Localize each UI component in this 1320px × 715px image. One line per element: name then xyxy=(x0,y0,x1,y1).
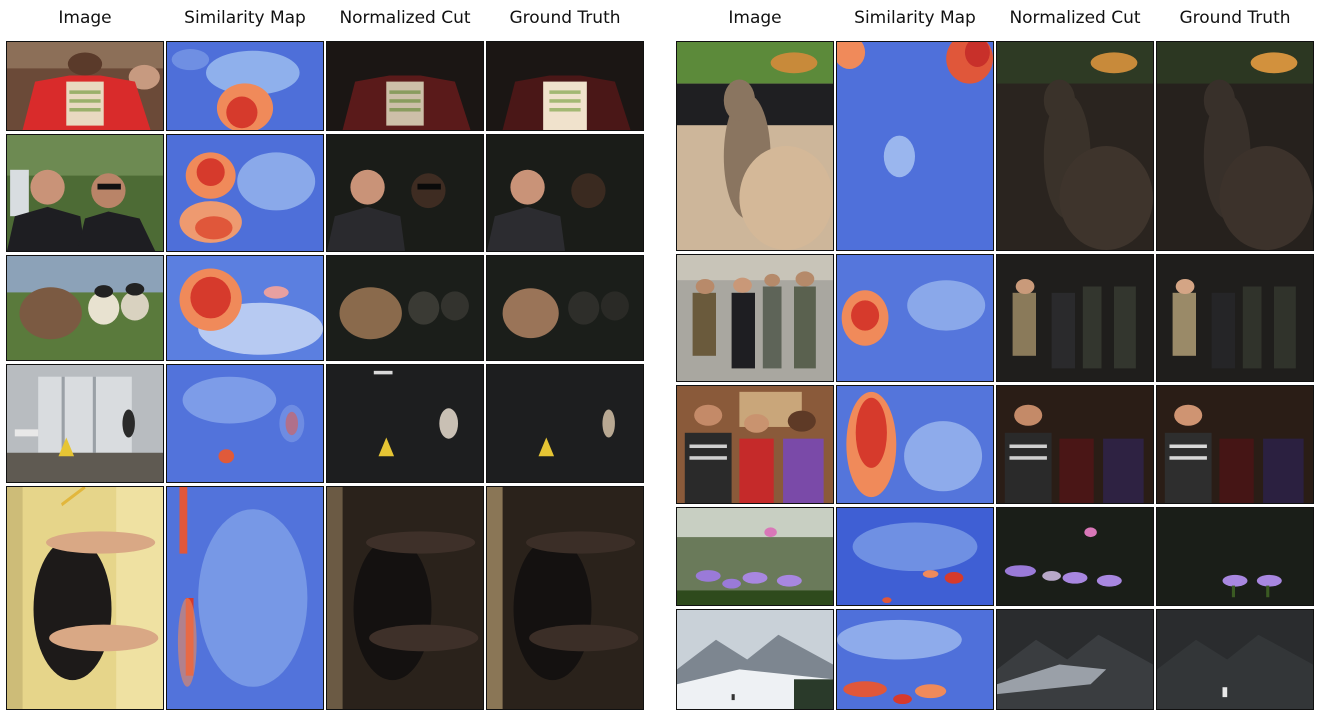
image-cell xyxy=(6,486,164,710)
image-cell xyxy=(676,41,834,251)
image-cell xyxy=(6,134,164,252)
image-cell xyxy=(6,364,164,483)
right-header-ground-truth: Ground Truth xyxy=(1179,8,1291,28)
normalized-cut-cell xyxy=(996,385,1154,504)
right-header-similarity-map: Similarity Map xyxy=(854,8,976,28)
ground-truth-cell xyxy=(1156,385,1314,504)
ground-truth-cell xyxy=(1156,41,1314,251)
similarity-map-cell xyxy=(166,41,324,131)
left-header-similarity-map: Similarity Map xyxy=(184,8,306,28)
similarity-map-cell xyxy=(836,507,994,606)
left-header-ground-truth: Ground Truth xyxy=(509,8,621,28)
normalized-cut-cell xyxy=(996,41,1154,251)
ground-truth-cell xyxy=(486,486,644,710)
similarity-map-cell xyxy=(836,254,994,382)
ground-truth-cell xyxy=(486,364,644,483)
ground-truth-cell xyxy=(486,41,644,131)
ground-truth-cell xyxy=(1156,507,1314,606)
normalized-cut-cell xyxy=(996,507,1154,606)
left-header-normalized-cut: Normalized Cut xyxy=(339,8,471,28)
ground-truth-cell xyxy=(486,134,644,252)
ground-truth-cell xyxy=(1156,609,1314,710)
image-cell xyxy=(6,41,164,131)
similarity-map-cell xyxy=(836,41,994,251)
similarity-map-cell xyxy=(836,609,994,710)
normalized-cut-cell xyxy=(326,134,484,252)
image-cell xyxy=(6,255,164,361)
image-cell xyxy=(676,609,834,710)
image-cell xyxy=(676,385,834,504)
image-cell xyxy=(676,254,834,382)
similarity-map-cell xyxy=(166,134,324,252)
image-cell xyxy=(676,507,834,606)
right-header-normalized-cut: Normalized Cut xyxy=(1009,8,1141,28)
left-header-image: Image xyxy=(58,8,112,28)
normalized-cut-cell xyxy=(326,486,484,710)
normalized-cut-cell xyxy=(326,255,484,361)
ground-truth-cell xyxy=(1156,254,1314,382)
right-header-image: Image xyxy=(728,8,782,28)
normalized-cut-cell xyxy=(326,41,484,131)
similarity-map-cell xyxy=(166,255,324,361)
ground-truth-cell xyxy=(486,255,644,361)
similarity-map-cell xyxy=(166,364,324,483)
similarity-map-cell xyxy=(836,385,994,504)
similarity-map-cell xyxy=(166,486,324,710)
normalized-cut-cell xyxy=(326,364,484,483)
normalized-cut-cell xyxy=(996,254,1154,382)
normalized-cut-cell xyxy=(996,609,1154,710)
